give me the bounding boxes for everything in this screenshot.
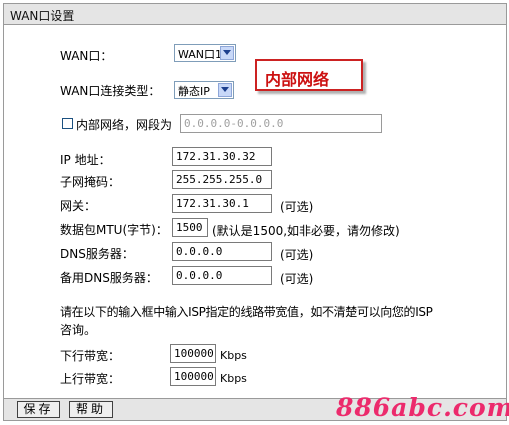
downlink-field[interactable]: 100000 (170, 344, 216, 363)
internal-network-annotation: 内部网络 (255, 59, 363, 91)
downlink-label: 下行带宽： (60, 349, 121, 363)
gateway-optional-note: (可选) (280, 200, 314, 214)
chevron-down-icon[interactable] (218, 83, 232, 97)
chevron-down-icon[interactable] (220, 46, 234, 60)
panel-title: WAN口设置 (10, 9, 75, 23)
site-watermark: 886abc.com (336, 393, 509, 422)
title-bar: WAN口设置 (4, 4, 506, 25)
connection-type-select[interactable]: 静态IP (174, 81, 234, 99)
gateway-field[interactable]: 172.31.30.1 (172, 194, 272, 213)
wan-settings-panel: WAN口设置 WAN口： WAN口1 内部网络 WAN口连接类型： 静态IP 内… (3, 3, 507, 421)
mtu-note: (默认是1500,如非必要，请勿修改) (212, 224, 400, 238)
connection-type-value: 静态IP (178, 85, 210, 98)
backup-dns-optional-note: (可选) (280, 272, 314, 286)
wan-port-value: WAN口1 (178, 48, 223, 61)
connection-type-label: WAN口连接类型： (60, 84, 161, 98)
form-area: WAN口： WAN口1 内部网络 WAN口连接类型： 静态IP 内部网络，网段为… (4, 25, 506, 398)
gateway-label: 网关： (60, 199, 97, 213)
help-button[interactable]: 帮助 (69, 401, 113, 418)
bandwidth-instructions: 请在以下的输入框中输入ISP指定的线路带宽值，如不清楚可以向您的ISP (60, 305, 433, 319)
uplink-unit: Kbps (220, 372, 247, 385)
dns-server-field[interactable]: 0.0.0.0 (172, 242, 272, 261)
subnet-mask-field[interactable]: 255.255.255.0 (172, 170, 272, 189)
uplink-field[interactable]: 100000 (170, 367, 216, 386)
mtu-label: 数据包MTU(字节)： (60, 223, 168, 237)
wan-port-select[interactable]: WAN口1 (174, 44, 236, 62)
mtu-field[interactable]: 1500 (172, 218, 208, 237)
internal-network-field[interactable]: 0.0.0.0-0.0.0.0 (180, 114, 382, 133)
downlink-unit: Kbps (220, 349, 247, 362)
wan-port-label: WAN口： (60, 49, 113, 63)
annotation-text: 内部网络 (265, 70, 330, 89)
ip-address-field[interactable]: 172.31.30.32 (172, 147, 272, 166)
internal-network-checkbox[interactable] (62, 118, 73, 129)
backup-dns-field[interactable]: 0.0.0.0 (172, 266, 272, 285)
save-button[interactable]: 保存 (17, 401, 60, 418)
ip-address-label: IP 地址： (60, 153, 111, 167)
backup-dns-label: 备用DNS服务器： (60, 271, 158, 285)
dns-server-label: DNS服务器： (60, 247, 134, 261)
subnet-mask-label: 子网掩码： (60, 175, 121, 189)
dns-optional-note: (可选) (280, 248, 314, 262)
uplink-label: 上行带宽： (60, 372, 121, 386)
bandwidth-instructions-continued: 咨询。 (60, 323, 97, 337)
internal-network-label: 内部网络，网段为 (76, 118, 173, 132)
